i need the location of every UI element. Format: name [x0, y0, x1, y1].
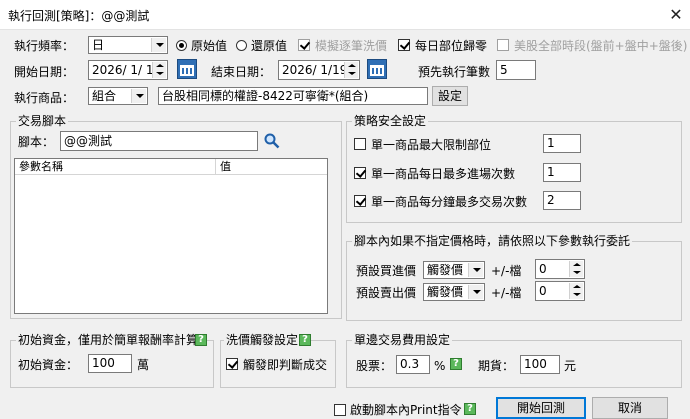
spin-down-icon[interactable]: [569, 269, 583, 277]
expected-count-input[interactable]: 5: [496, 60, 536, 80]
product-type-select[interactable]: 組合: [88, 87, 148, 105]
capital-label: 初始資金：: [18, 358, 79, 372]
start-backtest-button[interactable]: 開始回測: [496, 397, 586, 419]
calendar-icon[interactable]: [177, 59, 197, 79]
capital-group-title: 初始資金，僅用於簡單報酬率計算: [16, 333, 201, 347]
buy-tick-label: +/-檔: [491, 264, 522, 278]
col-value[interactable]: 值: [216, 159, 326, 175]
window-title: 執行回測[策略]：@@測試: [8, 9, 150, 23]
buy-price-select[interactable]: 觸發價: [423, 261, 485, 279]
help-icon[interactable]: ?: [195, 334, 207, 346]
help-icon[interactable]: ?: [450, 358, 462, 370]
price-group: [346, 241, 682, 321]
max-position-checkbox[interactable]: [354, 138, 366, 150]
sell-price-select[interactable]: 觸發價: [423, 283, 485, 301]
start-date-input[interactable]: 2026/ 1/ 1: [88, 60, 168, 80]
wash-trigger-checkbox[interactable]: [226, 358, 238, 370]
daily-reset-checkbox[interactable]: [398, 39, 410, 51]
expected-count-label: 預先執行筆數: [418, 65, 491, 79]
wash-trigger-label: 觸發即判斷成交: [243, 358, 328, 372]
max-position-input[interactable]: 1: [543, 134, 581, 153]
sell-tick-label: +/-檔: [491, 286, 522, 300]
radio-original[interactable]: [176, 40, 187, 51]
cancel-button[interactable]: 取消: [592, 397, 668, 419]
title-bar: 執行回測[策略]：@@測試 ✕: [0, 0, 690, 30]
chevron-down-icon: [131, 89, 146, 103]
strategy-safety-title: 策略安全設定: [352, 114, 429, 128]
product-desc-field: 台股相同標的權證-8422可寧衛*(組合): [158, 87, 428, 105]
chevron-down-icon: [468, 285, 483, 299]
futures-fee-label: 期貨：: [478, 359, 515, 373]
setting-button[interactable]: 設定: [432, 86, 468, 106]
calendar-icon[interactable]: [367, 59, 387, 79]
per-minute-checkbox[interactable]: [354, 195, 366, 207]
per-minute-input[interactable]: 2: [543, 191, 581, 210]
stock-fee-unit: %: [434, 359, 446, 373]
script-label: 腳本：: [18, 135, 55, 149]
spin-up-icon[interactable]: [152, 62, 166, 70]
buy-price-label: 預設買進價: [356, 264, 417, 278]
spin-down-icon[interactable]: [152, 70, 166, 78]
param-list-header: 參數名稱 值: [15, 159, 327, 175]
simulate-label: 模擬逐筆洗價: [315, 39, 388, 53]
chevron-down-icon: [151, 38, 166, 52]
futures-fee-unit: 元: [564, 359, 577, 373]
fee-group-title: 單邊交易費用設定: [352, 333, 453, 347]
start-date-label: 開始日期：: [14, 65, 75, 79]
daily-entry-label: 單一商品每日最多進場次數: [371, 167, 516, 181]
us-sessions-checkbox[interactable]: [497, 39, 509, 51]
spin-down-icon[interactable]: [344, 70, 358, 78]
search-icon[interactable]: [263, 132, 281, 150]
simulate-checkbox[interactable]: [298, 39, 310, 51]
radio-restore[interactable]: [236, 40, 247, 51]
futures-fee-input[interactable]: 100: [520, 355, 560, 374]
wash-group-title: 洗價觸發設定: [224, 333, 301, 347]
price-group-title: 腳本內如果不指定價格時，請依照以下參數執行委託: [352, 234, 633, 248]
stock-fee-input[interactable]: 0.3: [396, 355, 430, 374]
script-input[interactable]: @@測試: [60, 131, 258, 151]
spin-up-icon[interactable]: [569, 261, 583, 269]
sell-tick-input[interactable]: 0: [535, 281, 585, 301]
spin-up-icon[interactable]: [569, 283, 583, 291]
freq-select[interactable]: 日: [88, 36, 168, 54]
stock-fee-label: 股票：: [356, 359, 393, 373]
per-minute-label: 單一商品每分鐘最多交易次數: [371, 195, 528, 209]
param-list[interactable]: 參數名稱 值: [14, 158, 328, 314]
chevron-down-icon: [468, 263, 483, 277]
capital-unit: 萬: [137, 358, 150, 372]
capital-input[interactable]: 100: [88, 354, 132, 373]
spin-down-icon[interactable]: [569, 291, 583, 299]
end-date-input[interactable]: 2026/ 1/19: [278, 60, 360, 80]
freq-value: 日: [92, 38, 105, 52]
daily-reset-label: 每日部位歸零: [415, 39, 488, 53]
end-date-label: 結束日期：: [211, 65, 272, 79]
help-icon[interactable]: ?: [464, 403, 476, 415]
buy-tick-input[interactable]: 0: [535, 259, 585, 279]
script-group-title: 交易腳本: [16, 114, 69, 128]
us-sessions-label: 美股全部時段(盤前+盤中+盤後): [514, 39, 688, 53]
close-icon[interactable]: ✕: [665, 4, 687, 26]
product-label: 執行商品：: [14, 91, 75, 105]
max-position-label: 單一商品最大限制部位: [371, 138, 492, 152]
radio-restore-label: 還原值: [251, 39, 288, 53]
col-param-name[interactable]: 參數名稱: [15, 159, 215, 175]
daily-entry-input[interactable]: 1: [543, 163, 581, 182]
spin-up-icon[interactable]: [344, 62, 358, 70]
help-icon[interactable]: ?: [299, 334, 311, 346]
radio-original-label: 原始值: [191, 39, 228, 53]
sell-price-label: 預設賣出價: [356, 286, 417, 300]
print-checkbox[interactable]: [334, 404, 346, 416]
print-label: 啟動腳本內Print指令: [350, 403, 462, 417]
daily-entry-checkbox[interactable]: [354, 167, 366, 179]
freq-label: 執行頻率：: [14, 39, 75, 53]
